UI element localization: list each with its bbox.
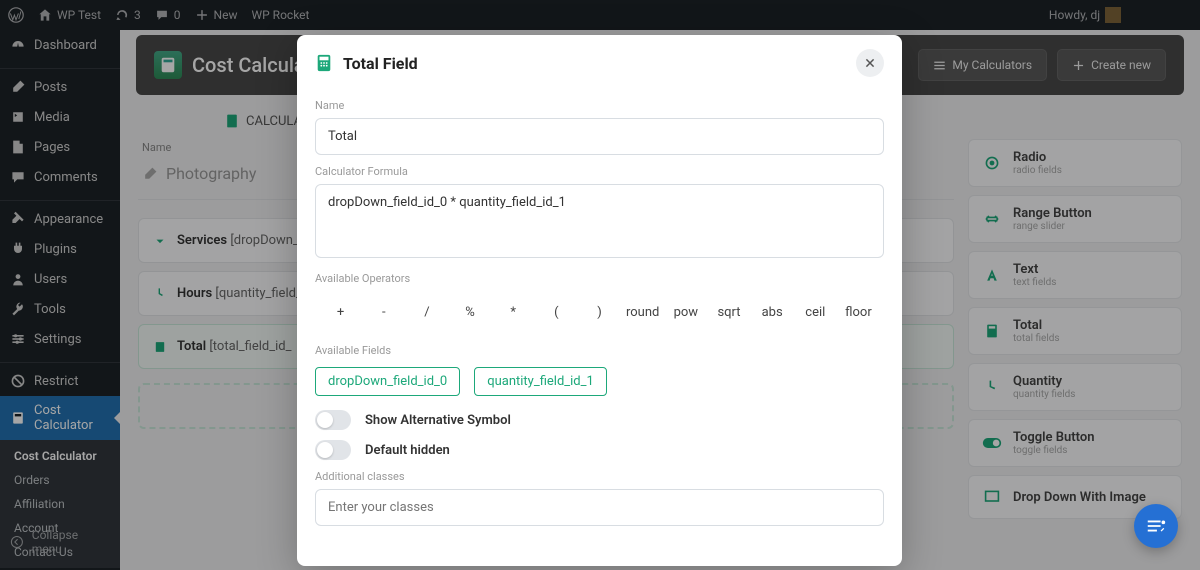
operator-sqrt[interactable]: sqrt bbox=[707, 297, 750, 328]
operator-([interactable]: ( bbox=[535, 297, 578, 328]
operator-floor[interactable]: floor bbox=[837, 297, 880, 328]
operator-abs[interactable]: abs bbox=[751, 297, 794, 328]
operator-%[interactable]: % bbox=[448, 297, 491, 328]
close-button[interactable] bbox=[856, 49, 884, 77]
field-chip[interactable]: dropDown_field_id_0 bbox=[315, 367, 460, 396]
operators-row: +-/%*()roundpowsqrtabsceilfloor bbox=[315, 291, 884, 334]
name-input[interactable] bbox=[315, 118, 884, 155]
formula-label: Calculator Formula bbox=[315, 165, 884, 178]
operator-*[interactable]: * bbox=[492, 297, 535, 328]
default-hidden-toggle[interactable] bbox=[315, 440, 351, 460]
operator-+[interactable]: + bbox=[319, 297, 362, 328]
field-chips: dropDown_field_id_0 quantity_field_id_1 bbox=[315, 363, 884, 400]
default-hidden-label: Default hidden bbox=[365, 443, 450, 458]
available-fields-label: Available Fields bbox=[315, 344, 884, 357]
operator-/[interactable]: / bbox=[405, 297, 448, 328]
operator--[interactable]: - bbox=[362, 297, 405, 328]
formula-textarea[interactable] bbox=[315, 184, 884, 258]
classes-input[interactable] bbox=[315, 489, 884, 526]
total-field-modal: Total Field Name Calculator Formula Avai… bbox=[297, 35, 902, 566]
operator-round[interactable]: round bbox=[621, 297, 664, 328]
help-fab[interactable] bbox=[1134, 504, 1178, 548]
name-field-label: Name bbox=[315, 99, 884, 112]
show-alt-symbol-label: Show Alternative Symbol bbox=[365, 413, 511, 428]
additional-classes-label: Additional classes bbox=[315, 470, 884, 483]
operator-)[interactable]: ) bbox=[578, 297, 621, 328]
field-chip[interactable]: quantity_field_id_1 bbox=[474, 367, 607, 396]
modal-title: Total Field bbox=[315, 54, 418, 73]
operator-ceil[interactable]: ceil bbox=[794, 297, 837, 328]
calculator-icon bbox=[315, 54, 333, 72]
show-alt-symbol-toggle[interactable] bbox=[315, 410, 351, 430]
operators-label: Available Operators bbox=[315, 272, 884, 285]
operator-pow[interactable]: pow bbox=[664, 297, 707, 328]
